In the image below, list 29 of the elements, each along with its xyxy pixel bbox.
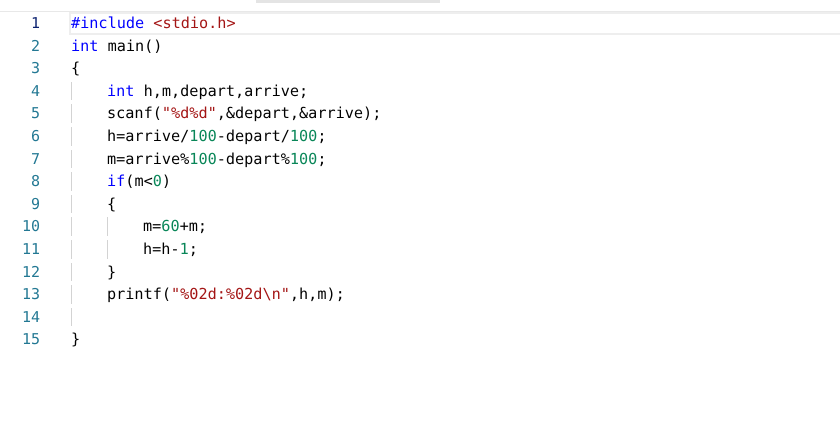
line-number: 6 — [30, 126, 40, 147]
code-line: if(m<0) — [69, 170, 840, 193]
code-line: m=60+m; — [69, 215, 840, 238]
code-line: printf("%02d:%02d\n",h,m); — [69, 283, 840, 306]
line-number: 11 — [20, 238, 40, 260]
code-line: } — [70, 329, 82, 350]
code-line: { — [69, 192, 840, 216]
line-number: 1 — [30, 13, 40, 34]
line-number: 15 — [20, 329, 40, 350]
code-line: h=h-1; — [69, 238, 840, 261]
line-number: 13 — [20, 284, 40, 306]
code-line: #include <stdio.h> — [69, 12, 840, 35]
code-line: h=arrive/100-depart/100; — [69, 124, 840, 148]
code-line: scanf("%d%d",&depart,&arrive); — [69, 102, 840, 125]
code-line: int h,m,depart,arrive; — [69, 80, 840, 102]
line-number: 8 — [30, 171, 40, 192]
line-number: 10 — [20, 216, 40, 238]
line-number: 14 — [20, 306, 40, 328]
code-line: { — [70, 58, 82, 80]
line-number: 3 — [30, 58, 40, 80]
line-number: 5 — [30, 103, 40, 124]
line-number: 4 — [30, 80, 40, 102]
line-number: 9 — [30, 194, 40, 215]
code-line: int main() — [70, 36, 164, 57]
line-number: 2 — [30, 36, 40, 57]
line-number: 7 — [30, 148, 40, 170]
code-line: } — [69, 260, 840, 284]
line-number: 12 — [20, 262, 40, 283]
code-line: m=arrive%100-depart%100; — [69, 148, 840, 170]
